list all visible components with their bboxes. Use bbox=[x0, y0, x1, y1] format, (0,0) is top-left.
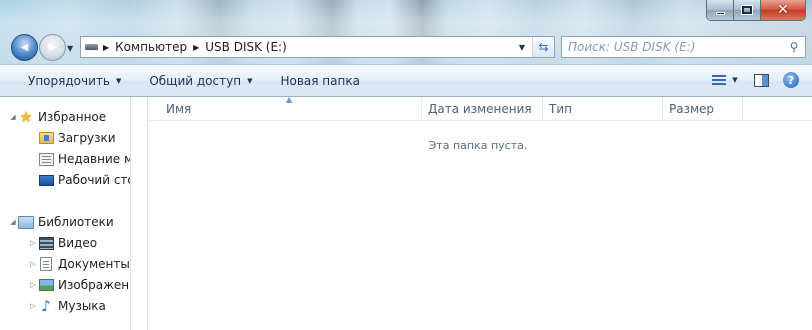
pane-splitter[interactable] bbox=[130, 97, 148, 330]
column-headers: ▲ Имя Дата изменения Тип Размер bbox=[148, 95, 812, 121]
chevron-down-icon: ▼ bbox=[115, 76, 122, 85]
refresh-button[interactable]: ⇆ bbox=[532, 37, 554, 57]
toolbar-right: ▼ ? bbox=[708, 69, 802, 91]
help-button[interactable]: ? bbox=[780, 69, 802, 91]
breadcrumb-separator-icon[interactable]: ▶ bbox=[103, 43, 109, 52]
pictures-library-icon bbox=[38, 277, 54, 293]
preview-pane-icon bbox=[753, 73, 769, 87]
expand-icon[interactable]: ▷ bbox=[28, 260, 38, 268]
back-button[interactable]: ◀ bbox=[11, 34, 38, 61]
search-input[interactable]: Поиск: USB DISK (E:) bbox=[568, 40, 785, 54]
share-button[interactable]: Общий доступ ▼ bbox=[141, 68, 260, 94]
recent-places-icon bbox=[38, 151, 54, 167]
desktop-icon bbox=[38, 172, 54, 188]
sidebar-item-label: Изображения bbox=[58, 278, 130, 292]
share-label: Общий доступ bbox=[149, 73, 242, 88]
refresh-icon: ⇆ bbox=[538, 40, 549, 54]
help-icon: ? bbox=[783, 72, 799, 88]
sidebar-item-documents[interactable]: ▷ Документы bbox=[28, 254, 130, 274]
star-icon: ★ bbox=[19, 107, 33, 126]
sidebar-item-label: Видео bbox=[58, 236, 98, 250]
forward-button[interactable]: ▶ bbox=[39, 34, 66, 61]
organize-button[interactable]: Упорядочить ▼ bbox=[20, 68, 129, 94]
expand-icon[interactable]: ▷ bbox=[28, 302, 38, 310]
column-header-size[interactable]: Размер bbox=[663, 97, 743, 121]
column-header-name[interactable]: Имя bbox=[160, 97, 422, 121]
music-library-icon: ♪ bbox=[41, 296, 51, 315]
empty-folder-message: Эта папка пуста. bbox=[428, 139, 528, 152]
new-folder-label: Новая папка bbox=[280, 73, 360, 88]
command-bar: Упорядочить ▼ Общий доступ ▼ Новая папка… bbox=[0, 64, 812, 97]
sidebar-item-desktop[interactable]: Рабочий стол bbox=[38, 170, 130, 190]
close-icon: ✕ bbox=[777, 2, 789, 18]
column-header-date-modified[interactable]: Дата изменения bbox=[422, 97, 543, 121]
expand-icon[interactable]: ▷ bbox=[28, 239, 38, 247]
minimize-icon bbox=[715, 11, 725, 15]
recent-pages-dropdown[interactable]: ▼ bbox=[67, 44, 77, 53]
expand-icon[interactable]: ▷ bbox=[28, 281, 38, 289]
sidebar-item-label: Музыка bbox=[58, 299, 106, 313]
sidebar-item-music[interactable]: ▷ ♪ Музыка bbox=[28, 296, 106, 316]
sidebar-item-favorites[interactable]: ◢ ★ Избранное bbox=[8, 107, 106, 127]
chevron-down-icon: ▼ bbox=[732, 76, 738, 84]
breadcrumb-separator-icon[interactable]: ▶ bbox=[193, 43, 199, 52]
forward-arrow-icon: ▶ bbox=[48, 42, 57, 53]
expanded-icon[interactable]: ◢ bbox=[8, 218, 18, 226]
column-header-type[interactable]: Тип bbox=[543, 97, 663, 121]
view-details-icon bbox=[712, 75, 727, 85]
maximize-button[interactable] bbox=[734, 0, 761, 20]
organize-label: Упорядочить bbox=[28, 73, 110, 88]
maximize-icon bbox=[741, 5, 753, 15]
downloads-folder-icon bbox=[38, 130, 54, 146]
minimize-button[interactable] bbox=[707, 0, 734, 20]
sidebar-item-label: Рабочий стол bbox=[58, 173, 130, 187]
close-button[interactable]: ✕ bbox=[761, 0, 805, 20]
breadcrumb-usb-disk[interactable]: USB DISK (E:) bbox=[205, 40, 287, 54]
sidebar-item-label: Избранное bbox=[38, 110, 107, 124]
sidebar-item-label: Документы bbox=[58, 257, 130, 271]
navigation-pane[interactable]: ◢ ★ Избранное Загрузки Недавние места Ра… bbox=[0, 97, 130, 330]
sidebar-item-label: Загрузки bbox=[58, 131, 116, 145]
libraries-icon bbox=[18, 214, 34, 230]
column-label: Дата изменения bbox=[428, 102, 532, 116]
file-list-pane[interactable]: ▲ Имя Дата изменения Тип Размер Эта папк… bbox=[148, 95, 812, 330]
address-dropdown-button[interactable]: ▼ bbox=[515, 37, 529, 57]
preview-pane-button[interactable] bbox=[750, 69, 772, 91]
chevron-down-icon: ▼ bbox=[247, 76, 253, 85]
sidebar-item-recent-places[interactable]: Недавние места bbox=[38, 149, 130, 169]
column-label: Размер bbox=[669, 102, 715, 116]
back-arrow-icon: ◀ bbox=[20, 42, 29, 53]
sidebar-item-downloads[interactable]: Загрузки bbox=[38, 128, 116, 148]
change-view-button[interactable]: ▼ bbox=[708, 69, 742, 91]
column-label: Имя bbox=[166, 102, 192, 116]
video-library-icon bbox=[38, 235, 54, 251]
caption-buttons: ✕ bbox=[706, 0, 806, 21]
sidebar-item-libraries[interactable]: ◢ Библиотеки bbox=[8, 212, 114, 232]
sidebar-item-video[interactable]: ▷ Видео bbox=[28, 233, 97, 253]
drive-icon bbox=[81, 37, 101, 57]
sidebar-item-label: Недавние места bbox=[58, 152, 130, 166]
column-label: Тип bbox=[549, 102, 572, 116]
new-folder-button[interactable]: Новая папка bbox=[272, 68, 367, 94]
sidebar-item-label: Библиотеки bbox=[38, 215, 114, 229]
sidebar-item-pictures[interactable]: ▷ Изображения bbox=[28, 275, 130, 295]
documents-library-icon bbox=[38, 256, 54, 272]
content-area: ◢ ★ Избранное Загрузки Недавние места Ра… bbox=[0, 95, 812, 330]
breadcrumb-computer[interactable]: Компьютер bbox=[115, 40, 187, 54]
address-bar[interactable]: ▶ Компьютер ▶ USB DISK (E:) ▼ ⇆ bbox=[80, 36, 555, 58]
expanded-icon[interactable]: ◢ bbox=[8, 113, 18, 121]
chevron-down-icon: ▼ bbox=[67, 44, 74, 53]
search-icon[interactable]: ⚲ bbox=[785, 38, 803, 56]
search-box[interactable]: Поиск: USB DISK (E:) ⚲ bbox=[561, 36, 806, 58]
chevron-down-icon: ▼ bbox=[518, 42, 526, 52]
